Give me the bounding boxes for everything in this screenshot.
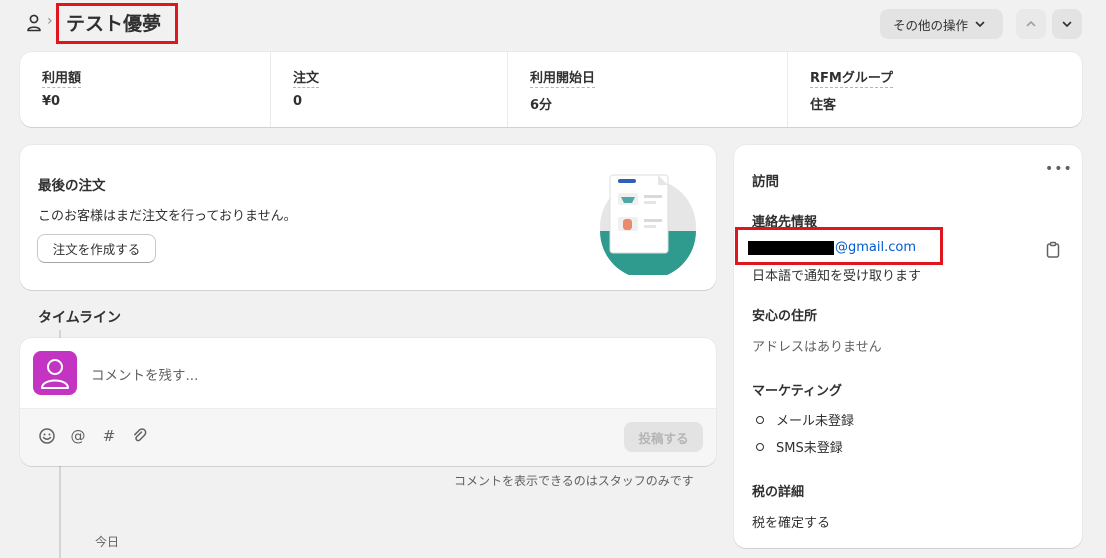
- tax-details-title: 税の詳細: [752, 485, 805, 500]
- stat-value: 住客: [810, 98, 837, 113]
- status-circle-icon: [756, 415, 764, 424]
- page-title: テスト優夢: [66, 13, 162, 35]
- attachment-icon[interactable]: [131, 427, 149, 445]
- stat-value: ¥0: [42, 94, 61, 109]
- more-actions-button[interactable]: その他の操作: [880, 9, 1003, 39]
- stat-label[interactable]: 利用開始日: [530, 67, 596, 88]
- more-horizontal-icon[interactable]: •••: [1045, 161, 1073, 177]
- notification-language: 日本語で通知を受け取ります: [752, 269, 922, 284]
- marketing-title: マーケティング: [752, 384, 842, 399]
- redacted-email-local-part: [748, 241, 834, 255]
- visit-title: 訪問: [752, 174, 779, 190]
- comment-input[interactable]: コメントを残す...: [91, 364, 198, 384]
- hashtag-icon[interactable]: #: [100, 427, 118, 445]
- divider: [270, 52, 271, 127]
- person-icon: [41, 359, 69, 389]
- marketing-sms-label: SMS未登録: [776, 441, 843, 456]
- timeline-line: [59, 466, 61, 558]
- post-comment-button[interactable]: 投稿する: [624, 422, 703, 452]
- previous-customer-button[interactable]: [1016, 9, 1046, 39]
- person-icon[interactable]: [26, 14, 42, 32]
- stat-value: 6分: [530, 98, 553, 113]
- stat-label[interactable]: 注文: [293, 67, 320, 88]
- avatar: [33, 351, 77, 395]
- marketing-sms-status: SMS未登録: [756, 437, 843, 456]
- divider: [507, 52, 508, 127]
- comment-composer: コメントを残す... @ # 投稿する: [20, 338, 716, 466]
- mention-icon[interactable]: @: [69, 427, 87, 445]
- emoji-icon[interactable]: [38, 427, 56, 445]
- timeline-date-label: 今日: [95, 535, 120, 549]
- address-empty-text: アドレスはありません: [752, 340, 882, 355]
- chevron-up-icon: [1026, 21, 1036, 27]
- staff-only-note: コメントを表示できるのはスタッフのみです: [454, 474, 694, 488]
- marketing-email-status: メール未登録: [756, 410, 854, 429]
- stat-value: 0: [293, 94, 303, 109]
- empty-orders-illustration: [600, 174, 696, 275]
- clipboard-icon[interactable]: [1045, 241, 1061, 259]
- next-customer-button[interactable]: [1052, 9, 1082, 39]
- stat-label[interactable]: RFMグループ: [810, 67, 894, 88]
- divider: [787, 52, 788, 127]
- last-order-card: 最後の注文 このお客様はまだ注文を行っておりません。 注文を作成する: [20, 145, 716, 290]
- stat-label[interactable]: 利用額: [42, 67, 82, 88]
- more-actions-label: その他の操作: [893, 17, 969, 33]
- marketing-email-label: メール未登録: [776, 414, 855, 429]
- breadcrumb-separator: ›: [47, 13, 53, 29]
- email-link[interactable]: @gmail.com: [835, 240, 916, 255]
- timeline-title: タイムライン: [38, 310, 122, 326]
- customer-info-card: 訪問 ••• 連絡先情報 @gmail.com 日本語で通知を受け取ります 安心…: [734, 145, 1082, 548]
- page-header: › テスト優夢 その他の操作: [0, 0, 1106, 46]
- last-order-description: このお客様はまだ注文を行っておりません。: [38, 209, 297, 224]
- last-order-title: 最後の注文: [38, 178, 106, 194]
- tax-details-value: 税を確定する: [752, 516, 831, 531]
- create-order-button[interactable]: 注文を作成する: [37, 234, 156, 263]
- address-title: 安心の住所: [752, 309, 818, 324]
- chevron-down-icon: [975, 21, 985, 27]
- status-circle-icon: [756, 442, 764, 451]
- comment-toolbar: [20, 408, 716, 466]
- chevron-down-icon: [1062, 21, 1072, 27]
- customer-stats-card: 利用額 ¥0 注文 0 利用開始日 6分 RFMグループ 住客: [20, 52, 1082, 127]
